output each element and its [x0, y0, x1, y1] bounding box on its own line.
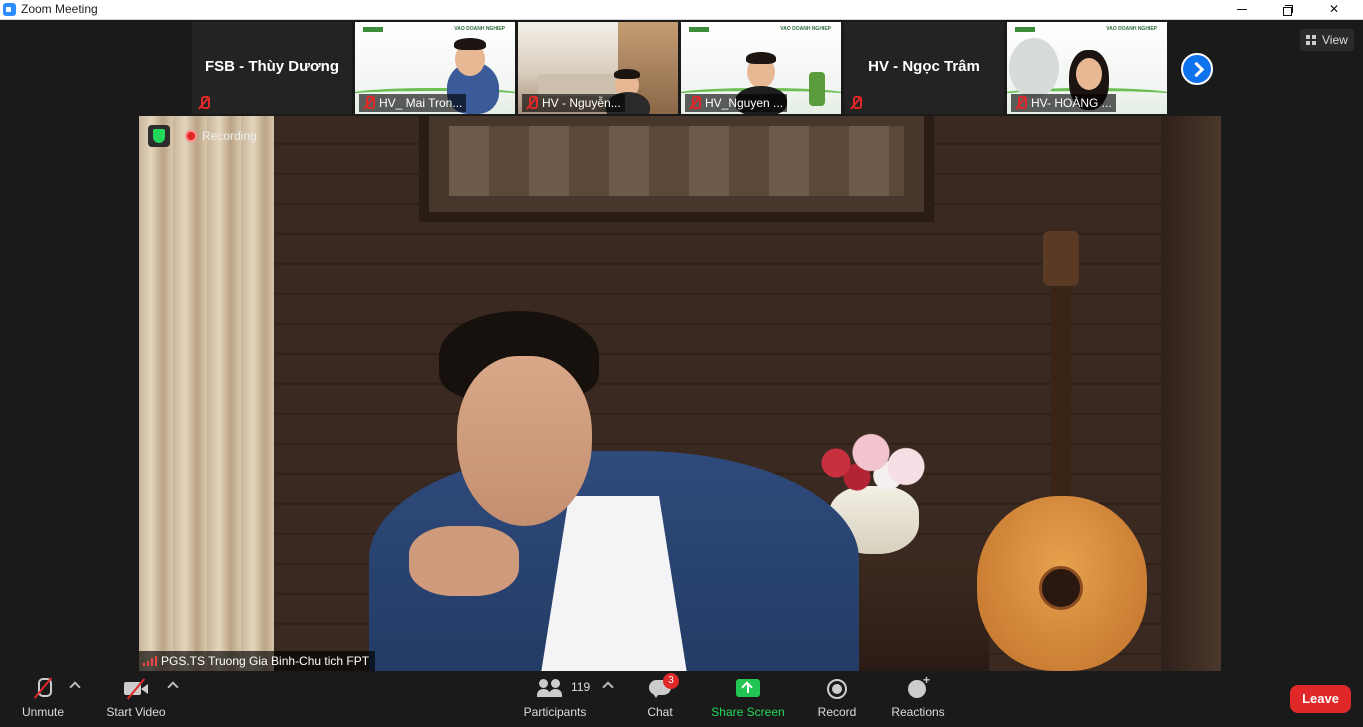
- share-screen-icon: [736, 679, 760, 697]
- record-button[interactable]: Record: [814, 671, 860, 727]
- restore-button[interactable]: [1265, 0, 1311, 20]
- participant-tile[interactable]: FSB - Thùy Dương: [192, 22, 352, 114]
- participant-tile[interactable]: HV - Ngọc Trâm: [844, 22, 1004, 114]
- meeting-area: FSB - Thùy Dương VAO DOANH NGHIEP HV_ Ma…: [0, 20, 1363, 671]
- participants-icon: [537, 677, 563, 701]
- participant-name: HV- HOÀNG ...: [1011, 94, 1116, 112]
- signal-strength-icon: [143, 656, 157, 666]
- chat-unread-badge: 3: [663, 673, 679, 689]
- mic-muted-icon: [689, 96, 701, 110]
- participant-name: FSB - Thùy Dương: [204, 58, 339, 75]
- view-button[interactable]: View: [1300, 29, 1354, 51]
- title-bar: Zoom Meeting ✕: [0, 0, 1363, 20]
- mic-muted-icon: [526, 96, 538, 110]
- speaker-name-label: PGS.TS Truong Gia Binh-Chu tich FPT: [139, 651, 376, 671]
- chat-button[interactable]: 3 Chat: [640, 671, 680, 727]
- participant-tile[interactable]: VAO DOANH NGHIEP HV_Nguyen ...: [681, 22, 841, 114]
- start-video-button[interactable]: Start Video: [100, 671, 172, 727]
- participant-name: HV - Ngọc Trâm: [868, 58, 980, 75]
- active-speaker-video: Recording PGS.TS Truong Gia Binh-Chu tic…: [139, 116, 1221, 671]
- recording-indicator: Recording: [185, 129, 257, 143]
- microphone-muted-icon: [30, 677, 56, 701]
- video-off-icon: [123, 677, 149, 701]
- participants-options-caret-icon[interactable]: [602, 681, 614, 693]
- mic-muted-icon: [363, 96, 375, 110]
- grid-icon: [1306, 35, 1316, 45]
- meeting-toolbar: Unmute Start Video 119 Participants 3 Ch…: [0, 671, 1363, 727]
- zoom-app-icon: [3, 3, 16, 16]
- participant-tile[interactable]: VAO DOANH NGHIEP HV_ Mai Tron...: [355, 22, 515, 114]
- participant-tile[interactable]: HV - Nguyễn...: [518, 22, 678, 114]
- mic-muted-icon: [1015, 96, 1027, 110]
- restore-icon: [1283, 4, 1293, 16]
- participant-tile[interactable]: VAO DOANH NGHIEP HV- HOÀNG ...: [1007, 22, 1167, 114]
- next-page-arrow-icon[interactable]: [1181, 53, 1213, 85]
- participant-name: HV_Nguyen ...: [685, 94, 788, 112]
- chat-icon: 3: [647, 673, 679, 701]
- leave-button[interactable]: Leave: [1290, 685, 1351, 713]
- reactions-button[interactable]: Reactions: [888, 671, 948, 727]
- recording-dot-icon: [185, 130, 197, 142]
- close-button[interactable]: ✕: [1311, 0, 1357, 20]
- participant-name: HV_ Mai Tron...: [359, 94, 467, 112]
- close-icon: ✕: [1328, 2, 1340, 16]
- minimize-icon: [1237, 9, 1247, 11]
- participant-count: 119: [571, 680, 591, 694]
- mic-muted-icon: [198, 96, 210, 110]
- unmute-button[interactable]: Unmute: [14, 671, 72, 727]
- shield-icon[interactable]: [148, 125, 170, 147]
- window-title: Zoom Meeting: [21, 2, 98, 16]
- mic-muted-icon: [850, 96, 862, 110]
- minimize-button[interactable]: [1219, 0, 1265, 20]
- record-icon: [824, 677, 850, 701]
- reactions-icon: [905, 673, 931, 701]
- share-screen-button[interactable]: Share Screen: [710, 671, 786, 727]
- participant-name: HV - Nguyễn...: [522, 94, 625, 112]
- participants-button[interactable]: 119 Participants: [520, 671, 590, 727]
